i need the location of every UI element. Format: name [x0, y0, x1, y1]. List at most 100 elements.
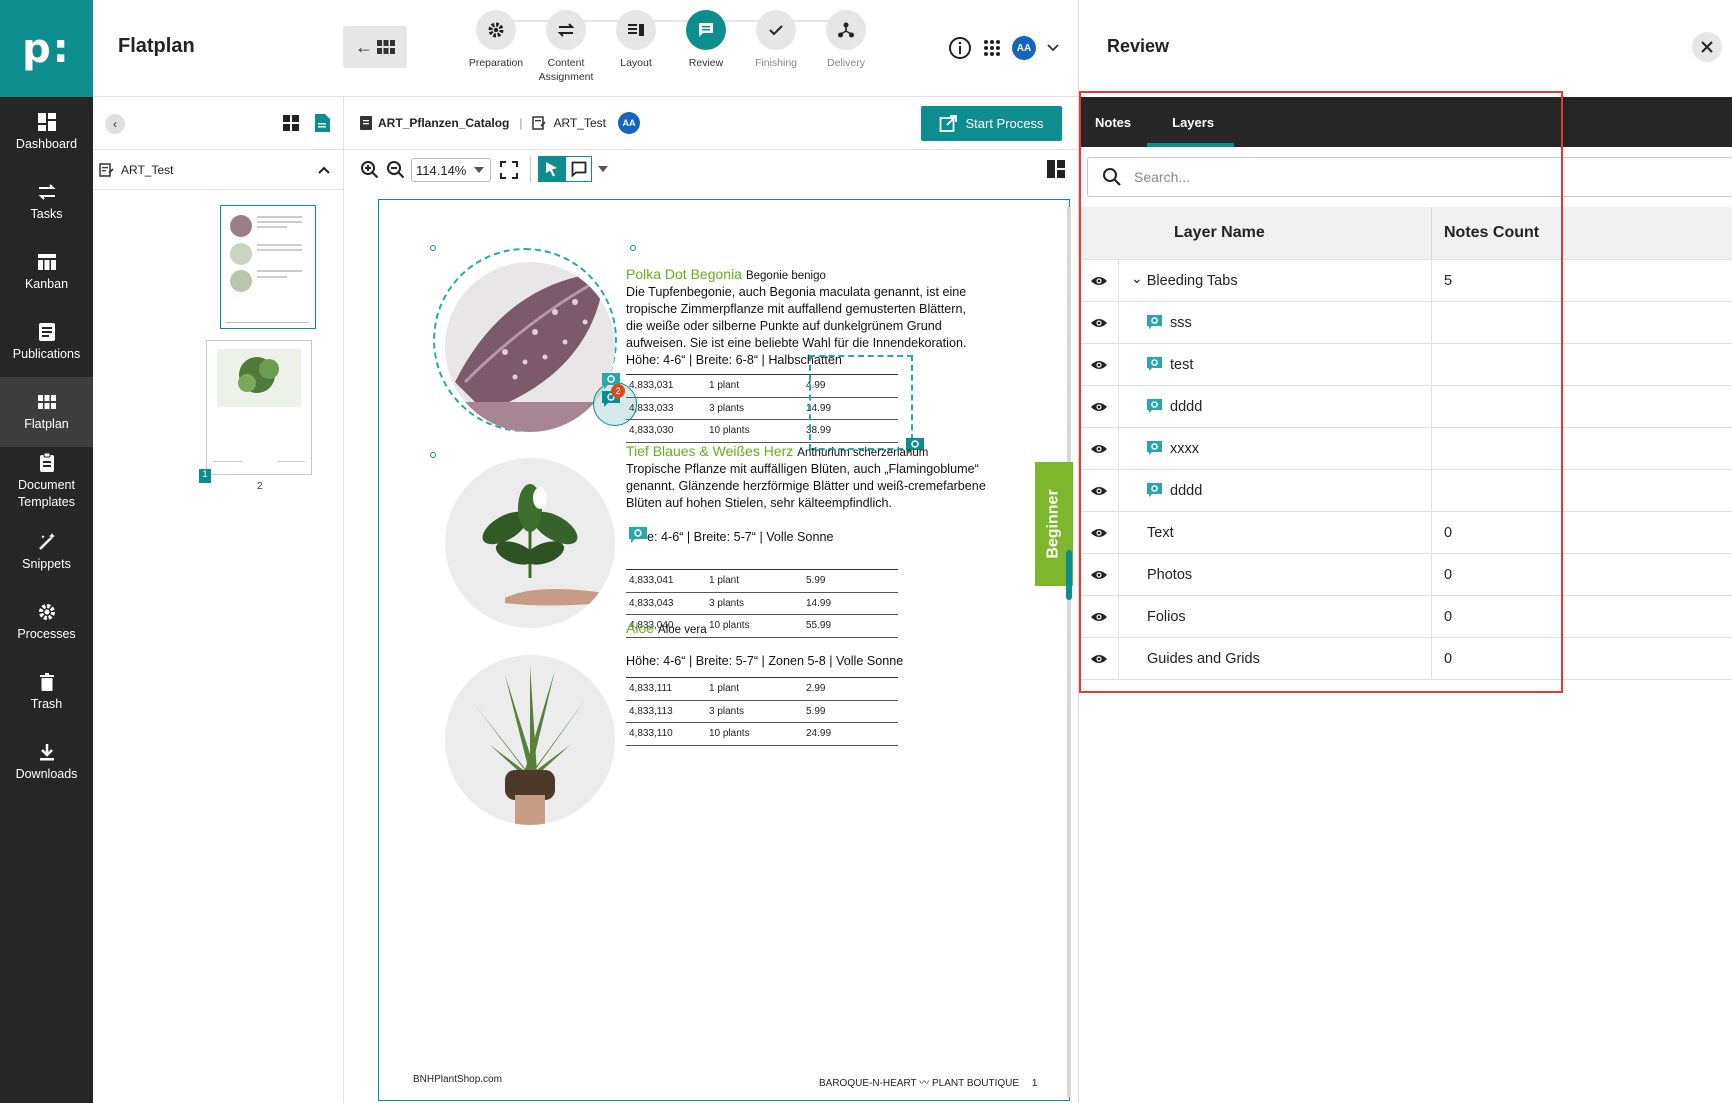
logo[interactable]: p: [0, 0, 93, 97]
layer-row[interactable]: Guides and Grids 0 [1079, 638, 1732, 680]
nav-dashboard[interactable]: Dashboard [0, 97, 93, 167]
plant-image-anthurium[interactable] [445, 458, 615, 628]
visibility-toggle[interactable] [1079, 554, 1119, 595]
step-delivery[interactable]: Delivery [811, 10, 881, 84]
apps-icon[interactable] [982, 38, 1002, 58]
begonia-photo [445, 262, 615, 432]
note-tool-button[interactable] [565, 156, 592, 182]
breadcrumb-document[interactable]: ART_Test [553, 116, 605, 130]
visibility-toggle[interactable] [1079, 512, 1119, 553]
resize-handle[interactable] [1066, 550, 1072, 600]
user-avatar[interactable]: AA [1012, 36, 1036, 60]
single-page-icon[interactable] [315, 114, 330, 132]
nav-trash[interactable]: Trash [0, 657, 93, 727]
info-icon[interactable] [948, 36, 972, 60]
eye-icon[interactable] [1090, 569, 1108, 581]
step-content-assignment[interactable]: Content Assignment [531, 10, 601, 84]
layer-row[interactable]: dddd [1079, 386, 1732, 428]
back-to-flatplan-button[interactable]: ← [343, 26, 407, 68]
caret-down-icon[interactable] [598, 166, 608, 172]
notes-count-cell [1432, 302, 1732, 343]
visibility-toggle[interactable] [1079, 596, 1119, 637]
note-pin-icon[interactable] [628, 526, 648, 544]
step-review[interactable]: Review [671, 10, 741, 84]
canvas-scrollbar[interactable] [1067, 207, 1071, 1097]
document-page[interactable]: Polka Dot Begonia Begonie benigo Die Tupf… [378, 199, 1070, 1101]
document-selector[interactable]: ART_Test [93, 150, 343, 190]
nav-processes[interactable]: Processes [0, 587, 93, 657]
layer-row[interactable]: Photos 0 [1079, 554, 1732, 596]
eye-icon[interactable] [1090, 611, 1108, 623]
sku-cell: 4,833,041 [629, 575, 674, 587]
nav-flatplan[interactable]: Flatplan [0, 377, 93, 447]
visibility-toggle[interactable] [1079, 344, 1119, 385]
column-notes-count[interactable]: Notes Count [1432, 207, 1732, 259]
visibility-toggle[interactable] [1079, 302, 1119, 343]
start-process-button[interactable]: Start Process [921, 106, 1062, 141]
grid-view-icon[interactable] [283, 115, 299, 131]
nav-snippets[interactable]: Snippets [0, 517, 93, 587]
layer-row[interactable]: sss [1079, 302, 1732, 344]
visibility-toggle[interactable] [1079, 260, 1119, 301]
selection-handle[interactable] [430, 452, 436, 458]
eye-icon[interactable] [1090, 527, 1108, 539]
nav-document-templates[interactable]: Document Templates [0, 447, 93, 517]
layer-row[interactable]: Text 0 [1079, 512, 1732, 554]
eye-icon[interactable] [1090, 317, 1108, 329]
tab-layers[interactable]: Layers [1147, 97, 1235, 147]
note-selection-frame[interactable] [809, 355, 913, 450]
eye-icon[interactable] [1090, 275, 1108, 287]
plant-description: Die Tupfenbegonie, auch Begonia maculata… [626, 285, 967, 350]
step-circle [826, 10, 866, 50]
collapse-panel-button[interactable]: ‹ [105, 114, 125, 134]
chevron-down-icon[interactable]: ⌄ [1131, 271, 1143, 289]
nav-publications[interactable]: Publications [0, 307, 93, 377]
visibility-toggle[interactable] [1079, 638, 1119, 679]
chevron-up-icon[interactable] [317, 164, 331, 176]
step-label: Layout [620, 57, 652, 69]
assignee-avatar[interactable]: AA [617, 112, 640, 134]
select-tool-button[interactable] [538, 156, 565, 182]
nav-downloads[interactable]: Downloads [0, 727, 93, 797]
column-layer-name[interactable]: Layer Name [1119, 207, 1432, 259]
eye-icon[interactable] [1090, 401, 1108, 413]
selection-handle[interactable] [430, 245, 436, 251]
tab-notes[interactable]: Notes [1079, 97, 1147, 147]
breadcrumb-publication[interactable]: ART_Pflanzen_Catalog [378, 116, 509, 130]
nav-kanban[interactable]: Kanban [0, 237, 93, 307]
close-review-button[interactable] [1692, 32, 1722, 62]
selection-handle[interactable] [630, 245, 636, 251]
visibility-toggle[interactable] [1079, 470, 1119, 511]
step-preparation[interactable]: Preparation [461, 10, 531, 84]
eye-icon[interactable] [1090, 359, 1108, 371]
zoom-select[interactable]: 114.14% [411, 158, 491, 182]
panel-layout-icon[interactable] [1046, 159, 1066, 179]
step-finishing[interactable]: Finishing [741, 10, 811, 84]
plant-image-begonia[interactable] [445, 262, 615, 432]
step-circle [476, 10, 516, 50]
table-row: 4,833,113 3 plants 5.99 [626, 701, 898, 723]
layer-row[interactable]: xxxx [1079, 428, 1732, 470]
plant-image-aloe[interactable] [445, 655, 615, 825]
check-icon [769, 25, 783, 36]
chevron-down-icon[interactable] [1046, 41, 1060, 55]
page-thumbnail-2[interactable] [206, 340, 312, 475]
layer-row[interactable]: Folios 0 [1079, 596, 1732, 638]
visibility-toggle[interactable] [1079, 386, 1119, 427]
step-circle [616, 10, 656, 50]
zoom-out-icon[interactable] [386, 160, 406, 180]
zoom-in-icon[interactable] [360, 160, 380, 180]
layer-row[interactable]: test [1079, 344, 1732, 386]
layer-row[interactable]: ⌄ Bleeding Tabs 5 [1079, 260, 1732, 302]
eye-icon[interactable] [1090, 443, 1108, 455]
layer-search-box[interactable] [1087, 157, 1732, 197]
layer-search-input[interactable] [1134, 169, 1694, 185]
eye-icon[interactable] [1090, 485, 1108, 497]
step-layout[interactable]: Layout [601, 10, 671, 84]
fullscreen-icon[interactable] [499, 160, 519, 180]
nav-tasks[interactable]: Tasks [0, 167, 93, 237]
layer-row[interactable]: dddd [1079, 470, 1732, 512]
page-thumbnail-1[interactable] [220, 205, 316, 329]
eye-icon[interactable] [1090, 653, 1108, 665]
visibility-toggle[interactable] [1079, 428, 1119, 469]
